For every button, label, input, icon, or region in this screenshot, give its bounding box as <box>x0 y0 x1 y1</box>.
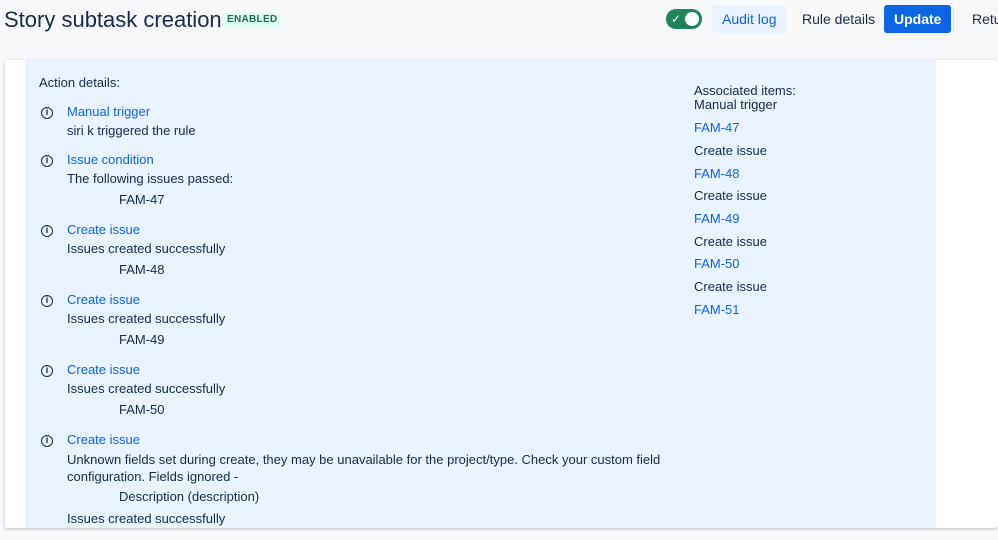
toggle-knob <box>685 12 699 26</box>
rule-enabled-toggle[interactable]: ✓ <box>666 9 702 29</box>
page-title: Story subtask creation <box>4 7 222 32</box>
page-header: Story subtask creation ENABLED ✓ Audit l… <box>0 0 998 40</box>
audit-detail-panel: Action details: i Manual trigger siri k … <box>5 60 998 528</box>
info-icon: i <box>41 225 53 237</box>
issue-key: FAM-47 <box>119 192 165 207</box>
status-badge: ENABLED <box>223 13 282 27</box>
info-icon: i <box>41 365 53 377</box>
action-description: Issues created successfully <box>67 511 226 526</box>
ignored-field: Description (description) <box>119 489 260 504</box>
action-description: Issues created successfully <box>67 381 226 396</box>
update-button[interactable]: Update <box>884 5 952 33</box>
associated-items-heading: Associated items: <box>694 83 796 98</box>
issue-key: FAM-49 <box>119 332 165 347</box>
action-title-link[interactable]: Manual trigger <box>67 104 150 119</box>
header-divider <box>953 6 954 32</box>
audit-detail-content: Action details: i Manual trigger siri k … <box>25 60 936 528</box>
associated-item-link[interactable]: FAM-49 <box>694 211 740 226</box>
associated-item: Create issue <box>694 188 767 203</box>
action-title-link[interactable]: Create issue <box>67 432 140 447</box>
info-icon: i <box>41 295 53 307</box>
return-button[interactable]: Retu <box>962 5 998 33</box>
issue-key: FAM-48 <box>119 262 165 277</box>
associated-item-link[interactable]: FAM-51 <box>694 302 740 317</box>
action-title-link[interactable]: Create issue <box>67 362 140 377</box>
info-icon: i <box>41 155 53 167</box>
associated-item-link[interactable]: FAM-48 <box>694 166 740 181</box>
issue-key: FAM-50 <box>119 402 165 417</box>
action-description: siri k triggered the rule <box>67 123 196 138</box>
warning-message: Unknown fields set during create, they m… <box>67 452 661 484</box>
action-title-link[interactable]: Create issue <box>67 292 140 307</box>
action-title-link[interactable]: Create issue <box>67 222 140 237</box>
action-description: Issues created successfully <box>67 241 226 256</box>
action-description: The following issues passed: <box>67 171 234 186</box>
info-icon: i <box>41 435 53 447</box>
info-icon: i <box>41 107 53 119</box>
check-icon: ✓ <box>671 12 682 26</box>
action-title-link[interactable]: Issue condition <box>67 152 154 167</box>
associated-item-link[interactable]: FAM-50 <box>694 256 740 271</box>
audit-log-button[interactable]: Audit log <box>712 5 787 33</box>
associated-item: Create issue <box>694 279 767 294</box>
associated-item: Create issue <box>694 143 767 158</box>
action-details-heading: Action details: <box>39 75 120 90</box>
associated-item: Create issue <box>694 234 767 249</box>
associated-item: Manual trigger <box>694 97 778 112</box>
rule-details-button[interactable]: Rule details <box>792 5 885 33</box>
associated-item-link[interactable]: FAM-47 <box>694 120 740 135</box>
action-description: Issues created successfully <box>67 311 226 326</box>
